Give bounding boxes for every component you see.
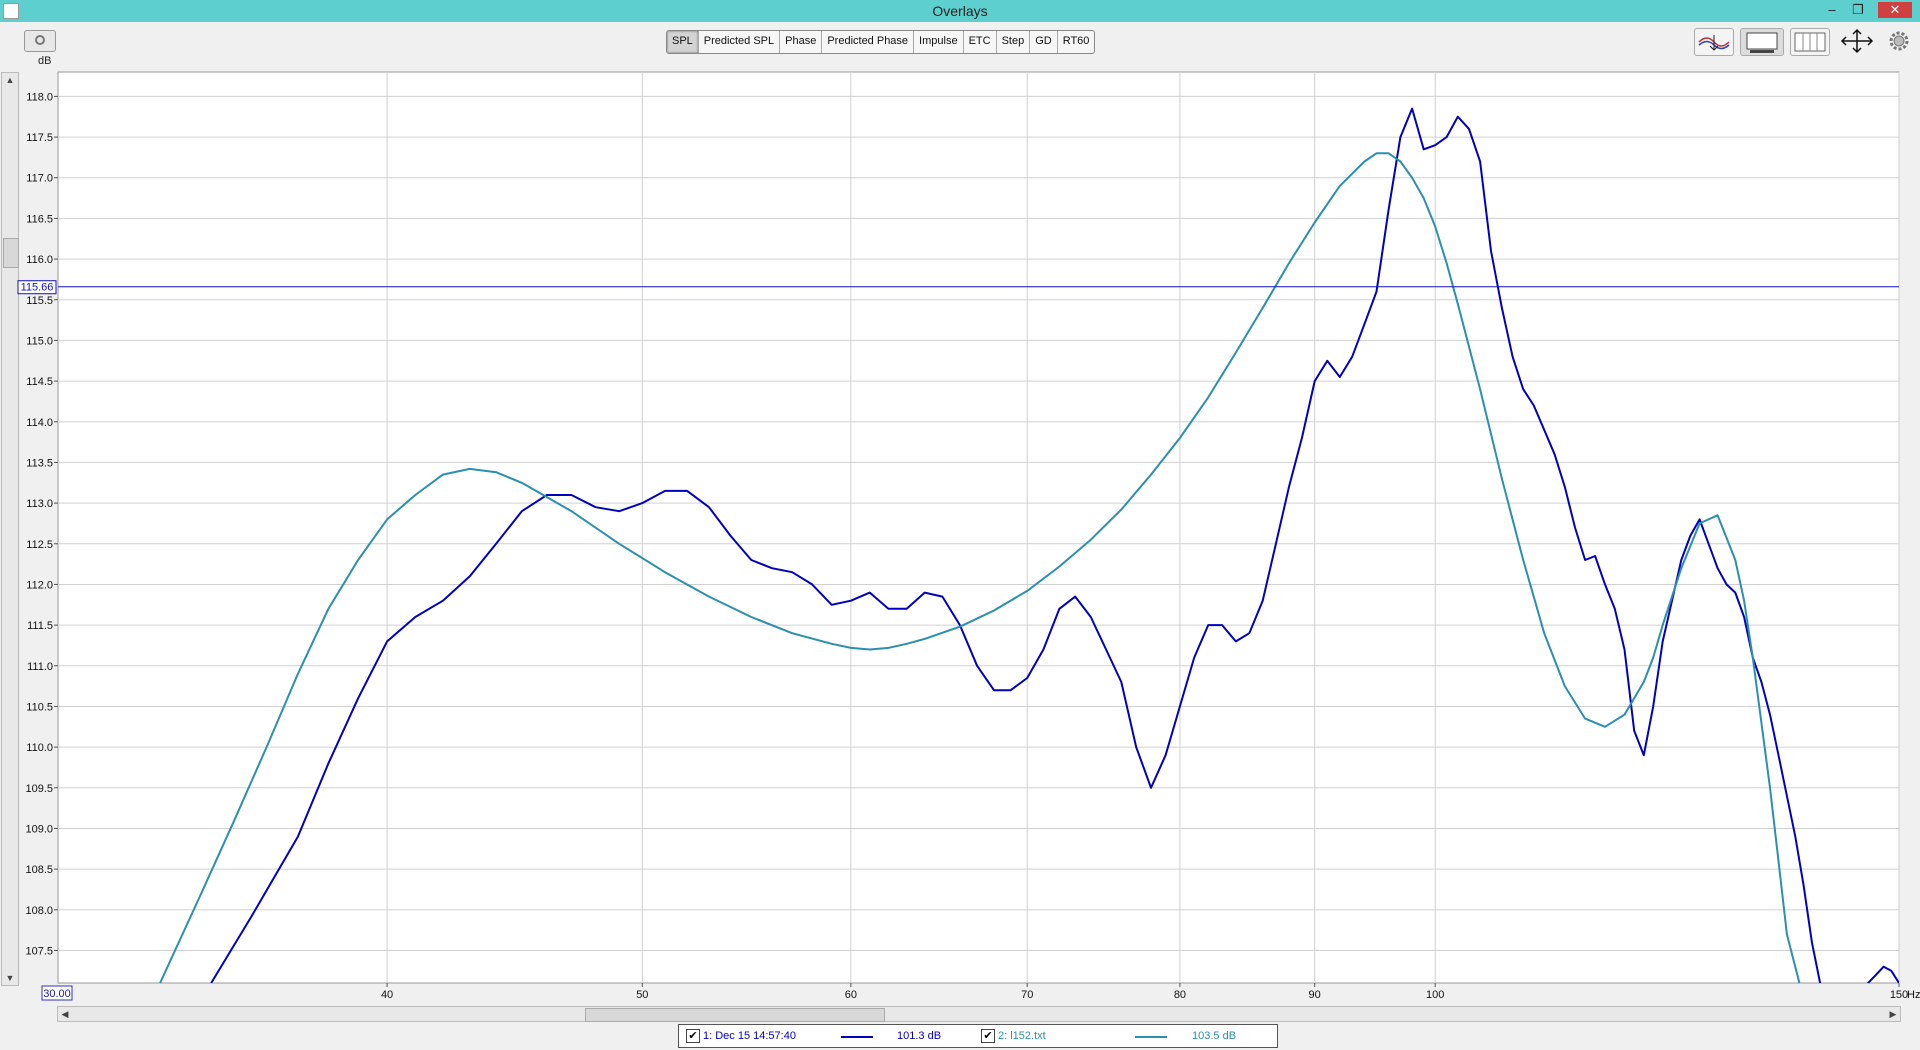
horizontal-scrollbar[interactable]: ◀ ▶ [57, 1006, 1901, 1022]
x-tick-label: 150 [1890, 989, 1908, 1001]
legend-series-1-level: 101.3 dB [897, 1030, 942, 1042]
legend-series-1-swatch [841, 1036, 873, 1038]
cursor-value-label: 115.66 [21, 282, 54, 294]
y-tick-label: 117.0 [26, 173, 53, 185]
scroll-right-icon[interactable]: ▶ [1886, 1007, 1900, 1021]
y-tick-label: 114.5 [26, 376, 53, 388]
y-tick-label: 117.5 [26, 132, 53, 144]
legend-series-1-name: 1: Dec 15 14:57:40 [703, 1030, 796, 1042]
x-unit-label: Hz [1907, 989, 1920, 1001]
legend-series-2-name: 2: l152.txt [998, 1030, 1046, 1042]
y-tick-label: 113.5 [26, 457, 53, 469]
y-tick-label: 111.5 [27, 620, 53, 632]
y-tick-label: 116.5 [26, 213, 53, 225]
x-tick-label: 100 [1426, 989, 1444, 1001]
x-tick-label: 90 [1309, 989, 1321, 1001]
legend-checkbox-2[interactable]: ✔ [981, 1029, 995, 1043]
y-tick-label: 109.0 [25, 823, 53, 835]
legend: ✔ 1: Dec 15 14:57:40 101.3 dB ✔ 2: l152.… [678, 1024, 1278, 1048]
y-tick-label: 114.0 [26, 417, 53, 429]
legend-series-2-swatch [1135, 1036, 1167, 1038]
y-tick-label: 108.5 [25, 864, 53, 876]
y-tick-label: 118.0 [26, 91, 53, 103]
legend-series-2-level: 103.5 dB [1192, 1030, 1237, 1042]
y-tick-label: 112.5 [26, 539, 53, 551]
x-tick-label: 70 [1021, 989, 1033, 1001]
x-start-label: 30.00 [43, 988, 71, 1000]
spl-chart[interactable]: 107.5 108.0 108.5 109.0 109.5 110.0 110.5 111.0… [0, 0, 1920, 1050]
x-tick-label: 40 [381, 989, 393, 1001]
y-tick-label: 113.0 [26, 498, 53, 510]
y-tick-label: 112.0 [26, 579, 53, 591]
y-tick-label: 111.0 [27, 661, 53, 673]
plot-area [57, 71, 1900, 984]
x-tick-label: 50 [636, 989, 648, 1001]
y-tick-label: 110.5 [26, 701, 53, 713]
legend-checkbox-1[interactable]: ✔ [686, 1029, 700, 1043]
y-tick-label: 116.0 [26, 254, 53, 266]
y-tick-label: 115.5 [26, 295, 53, 307]
y-tick-label: 108.0 [25, 905, 53, 917]
x-tick-label: 80 [1174, 989, 1186, 1001]
horizontal-scroll-thumb[interactable] [585, 1008, 885, 1022]
y-tick-label: 109.5 [25, 783, 53, 795]
scroll-left-icon[interactable]: ◀ [58, 1007, 72, 1021]
x-tick-label: 60 [845, 989, 857, 1001]
y-tick-label: 110.0 [26, 742, 53, 754]
y-tick-label: 115.0 [26, 335, 53, 347]
y-tick-label: 107.5 [25, 945, 53, 957]
